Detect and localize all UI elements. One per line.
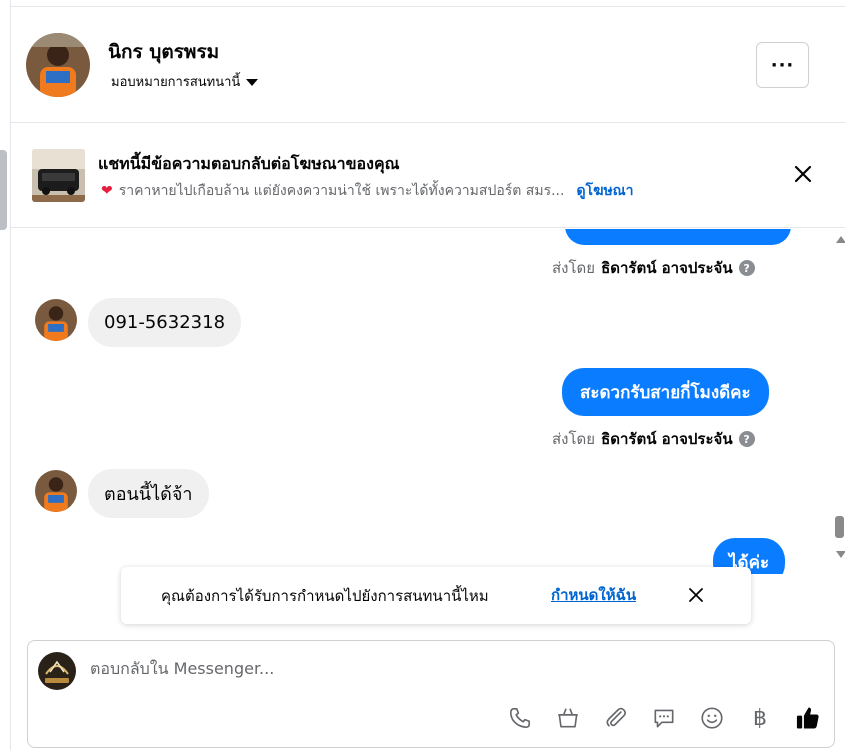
contact-avatar-small[interactable] xyxy=(35,299,77,341)
baht-icon: ฿ xyxy=(753,705,767,731)
message-thread[interactable]: ส่งโดย ธิดารัตน์ อาจประจัน ? 091-5632318… xyxy=(11,229,834,574)
composer-toolbar: ฿ xyxy=(506,704,822,732)
assign-label: มอบหมายการสนทนานี้ xyxy=(111,75,241,90)
reply-composer: ฿ xyxy=(27,640,835,748)
emoji-button[interactable] xyxy=(698,704,726,732)
message-bubble-outgoing[interactable] xyxy=(565,229,791,245)
message-bubble-incoming[interactable]: 091-5632318 xyxy=(88,298,242,347)
shopping-basket-icon xyxy=(558,708,578,728)
view-ad-link[interactable]: ดูโฆษณา xyxy=(576,180,633,202)
scroll-thumb[interactable] xyxy=(835,516,844,538)
attach-button[interactable] xyxy=(602,704,630,732)
more-options-button[interactable]: ··· xyxy=(756,42,809,88)
saved-replies-button[interactable] xyxy=(650,704,678,732)
message-bubble-outgoing[interactable]: สะดวกรับสายกี่โมงดีคะ xyxy=(562,368,769,416)
close-banner-button[interactable] xyxy=(791,162,815,186)
assign-to-me-link[interactable]: กำหนดให้ฉัน xyxy=(551,583,636,607)
reply-input[interactable] xyxy=(90,659,790,678)
payment-button[interactable]: ฿ xyxy=(746,704,774,732)
ad-banner-subtitle: ❤ ราคาหายไปเกือบล้าน แต่ยังคงความน่าใช้ … xyxy=(101,180,634,202)
smile-icon xyxy=(701,707,723,729)
sender-name: ธิดารัตน์ อาจประจัน xyxy=(601,259,733,277)
help-icon[interactable]: ? xyxy=(738,260,755,276)
call-button[interactable] xyxy=(506,704,534,732)
assign-prompt-toast: คุณต้องการได้รับการกำหนดไปยังการสนทนานี้… xyxy=(121,567,751,624)
conversation-header: นิกร บุตรพรม มอบหมายการสนทนานี้ ··· xyxy=(11,7,845,123)
phone-icon xyxy=(509,707,531,729)
like-button[interactable] xyxy=(794,704,822,732)
ad-reply-banner: แชทนี้มีข้อความตอบกลับต่อโฆษณาของคุณ ❤ ร… xyxy=(11,124,845,228)
ad-banner-title: แชทนี้มีข้อความตอบกลับต่อโฆษณาของคุณ xyxy=(98,154,400,173)
heart-icon: ❤ xyxy=(101,183,113,199)
scroll-up-arrow[interactable] xyxy=(836,236,845,243)
message-icon xyxy=(654,709,674,728)
contact-avatar[interactable] xyxy=(26,33,90,97)
close-icon xyxy=(689,588,703,602)
left-panel-handle[interactable] xyxy=(0,150,7,230)
scroll-down-arrow[interactable] xyxy=(836,551,845,558)
sent-by-label: ส่งโดย ธิดารัตน์ อาจประจัน ? xyxy=(552,256,755,280)
paperclip-icon xyxy=(606,707,627,727)
sender-name: ธิดารัตน์ อาจประจัน xyxy=(601,430,733,448)
contact-name: นิกร บุตรพรม xyxy=(108,41,220,63)
page-avatar xyxy=(38,652,76,690)
contact-avatar-small[interactable] xyxy=(35,470,77,512)
close-icon xyxy=(794,165,812,183)
message-bubble-incoming[interactable]: ตอนนี้ได้จ้า xyxy=(88,469,209,518)
assign-conversation-dropdown[interactable]: มอบหมายการสนทนานี้ xyxy=(111,71,259,92)
assign-prompt-text: คุณต้องการได้รับการกำหนดไปยังการสนทนานี้… xyxy=(161,587,489,605)
ad-thumbnail[interactable] xyxy=(32,149,85,202)
close-toast-button[interactable] xyxy=(686,585,706,605)
ad-preview-text: ราคาหายไปเกือบล้าน แต่ยังคงความน่าใช้ เพ… xyxy=(118,183,565,199)
thumbs-up-icon xyxy=(796,707,819,729)
shop-button[interactable] xyxy=(554,704,582,732)
caret-down-icon xyxy=(246,79,259,86)
help-icon[interactable]: ? xyxy=(738,431,755,447)
sent-by-label: ส่งโดย ธิดารัตน์ อาจประจัน ? xyxy=(552,427,755,451)
